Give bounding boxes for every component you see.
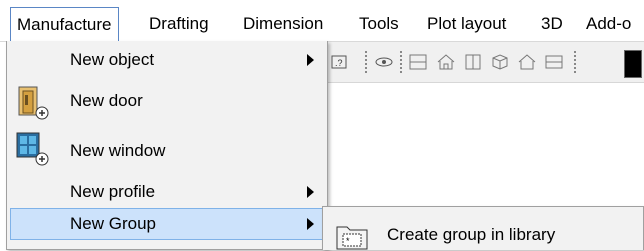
color-swatch-icon[interactable]	[624, 50, 642, 78]
eye-icon[interactable]	[374, 52, 394, 72]
menu-item-new-profile[interactable]: New profile	[7, 175, 325, 208]
window-icon	[16, 132, 49, 166]
toolbar-separator	[400, 51, 402, 75]
folder-group-icon: *	[336, 226, 368, 250]
menu-tools[interactable]: Tools	[359, 0, 399, 38]
submenu-arrow-icon	[307, 186, 314, 198]
toolbar: .?	[320, 42, 644, 83]
door-icon	[18, 86, 49, 120]
frame-icon[interactable]	[544, 52, 564, 72]
cube-icon[interactable]	[490, 52, 510, 72]
menu-item-label: New object	[70, 50, 155, 69]
menu-item-new-door[interactable]: New door	[7, 79, 325, 125]
menu-bar: Manufacture Drafting Dimension Tools Plo…	[0, 0, 644, 43]
menu-item-new-group[interactable]: New Group	[10, 208, 324, 240]
menu-plot-layout[interactable]: Plot layout	[427, 0, 506, 38]
menu-item-create-group-in-library[interactable]: * Create group in library	[323, 207, 643, 250]
menu-item-label: New profile	[70, 182, 156, 201]
menu-item-label: Create group in library	[387, 225, 556, 244]
menu-item-label: New Group	[70, 214, 156, 233]
svg-text:*: *	[346, 236, 350, 246]
menu-item-new-window[interactable]: New window	[7, 125, 325, 175]
menu-manufacture[interactable]: Manufacture	[10, 7, 119, 43]
panel-icon[interactable]	[463, 52, 483, 72]
menu-item-label: New window	[70, 141, 166, 160]
submenu-arrow-icon	[307, 218, 314, 230]
menu-add-ons[interactable]: Add-o	[586, 0, 631, 38]
floor-plan-icon[interactable]	[408, 52, 428, 72]
toolbar-separator	[365, 51, 367, 75]
menu-dimension[interactable]: Dimension	[243, 0, 323, 38]
submenu-arrow-icon	[307, 54, 314, 66]
house-outline-icon[interactable]	[517, 52, 537, 72]
menu-drafting[interactable]: Drafting	[149, 0, 209, 38]
menu-item-new-object[interactable]: New object	[7, 41, 325, 79]
toolbar-separator	[574, 51, 576, 75]
manufacture-dropdown: New object New door New window New profi…	[6, 41, 328, 250]
menu-item-label: New door	[70, 91, 143, 110]
menu-3d[interactable]: 3D	[541, 0, 563, 38]
zoom-icon[interactable]: .?	[330, 52, 350, 72]
house-icon[interactable]	[436, 52, 456, 72]
svg-text:.?: .?	[335, 58, 343, 68]
new-group-submenu: * Create group in library	[322, 206, 644, 250]
